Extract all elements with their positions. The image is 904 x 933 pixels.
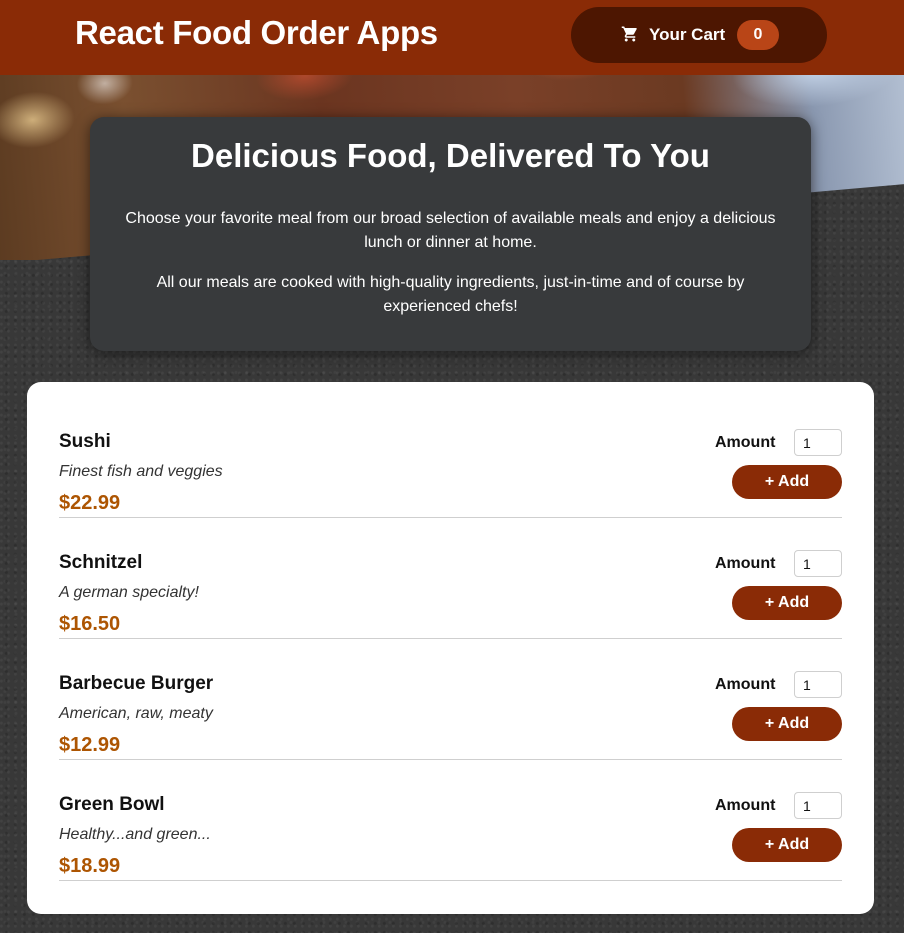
add-to-cart-button[interactable]: + Add	[732, 828, 842, 862]
meal-name: Green Bowl	[59, 794, 165, 815]
meal-name: Sushi	[59, 431, 111, 452]
cart-count-badge: 0	[737, 20, 779, 50]
meal-item-schnitzel: Schnitzel A german specialty! $16.50 Amo…	[59, 518, 842, 639]
meal-price: $16.50	[59, 613, 121, 635]
summary-paragraph: All our meals are cooked with high-quali…	[156, 274, 745, 315]
meal-item-barbecue-burger: Barbecue Burger American, raw, meaty $12…	[59, 639, 842, 760]
amount-label: Amount	[715, 555, 776, 572]
meal-name: Schnitzel	[59, 552, 143, 573]
shopping-cart-icon	[621, 26, 637, 42]
amount-input[interactable]	[794, 792, 842, 819]
meal-description: A german specialty!	[59, 584, 199, 601]
add-to-cart-button[interactable]: + Add	[732, 707, 842, 741]
meal-price: $18.99	[59, 855, 121, 877]
add-to-cart-button[interactable]: + Add	[732, 465, 842, 499]
cart-button[interactable]: Your Cart 0	[571, 7, 827, 63]
meal-description: Healthy...and green...	[59, 826, 211, 843]
meal-price: $22.99	[59, 492, 121, 514]
app-title: React Food Order Apps	[75, 14, 438, 51]
amount-label: Amount	[715, 797, 776, 814]
amount-label: Amount	[715, 676, 776, 693]
app-header: React Food Order Apps Your Cart 0	[0, 0, 904, 75]
meal-description: Finest fish and veggies	[59, 463, 223, 480]
summary-title: Delicious Food, Delivered To You	[191, 137, 710, 174]
meal-name: Barbecue Burger	[59, 673, 214, 694]
meal-price: $12.99	[59, 734, 121, 756]
amount-input[interactable]	[794, 550, 842, 577]
amount-label: Amount	[715, 434, 776, 451]
meals-summary: Delicious Food, Delivered To You Choose …	[90, 117, 811, 351]
meal-description: American, raw, meaty	[59, 705, 213, 722]
amount-input[interactable]	[794, 429, 842, 456]
summary-paragraph: Choose your favorite meal from our broad…	[125, 210, 776, 251]
cart-label: Your Cart	[649, 25, 726, 44]
amount-input[interactable]	[794, 671, 842, 698]
meal-item-green-bowl: Green Bowl Healthy...and green... $18.99…	[59, 760, 842, 881]
meals-list-card: Sushi Finest fish and veggies $22.99 Amo…	[27, 382, 874, 914]
meal-item-sushi: Sushi Finest fish and veggies $22.99 Amo…	[59, 397, 842, 518]
add-to-cart-button[interactable]: + Add	[732, 586, 842, 620]
